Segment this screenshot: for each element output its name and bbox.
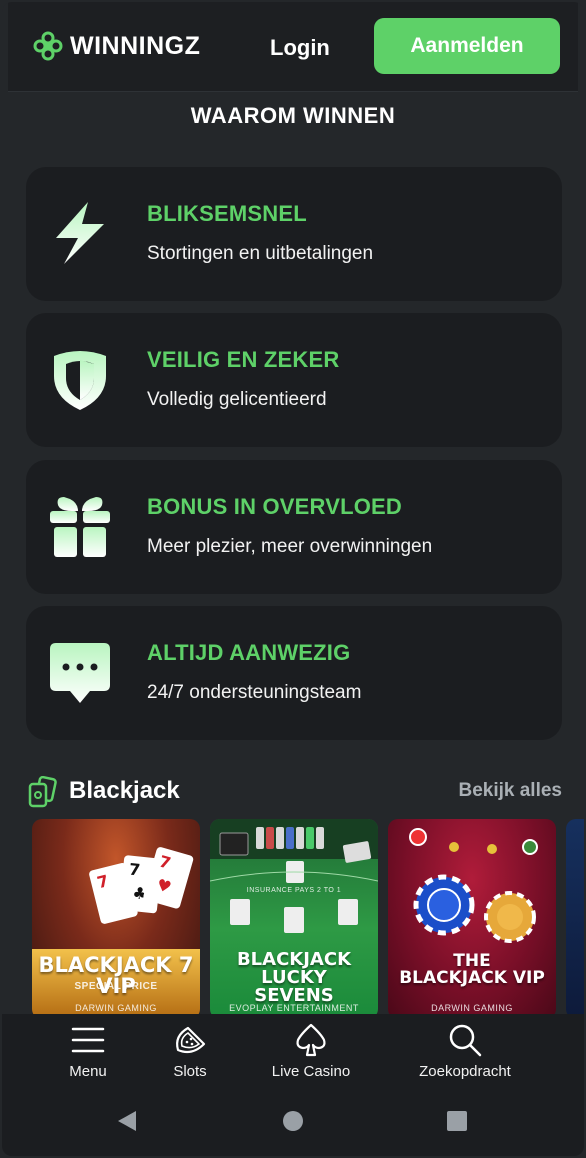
logo[interactable]: WINNINGZ	[32, 30, 200, 62]
top-header: WINNINGZ Login Aanmelden	[8, 2, 578, 92]
shield-icon	[54, 351, 106, 410]
feature-title: VEILIG EN ZEKER	[147, 347, 340, 372]
gift-icon	[50, 497, 110, 557]
nav-search[interactable]: Zoekopdracht	[410, 1022, 520, 1080]
section-heading: Blackjack	[69, 777, 180, 804]
login-button[interactable]: Login	[270, 30, 330, 66]
game-card[interactable]: INSURANCE PAYS 2 TO 1 BLACKJACK LUCKY SE…	[210, 819, 378, 1019]
watermelon-icon	[176, 1026, 206, 1054]
recents-icon[interactable]	[446, 1110, 468, 1132]
game-title: THE BLACKJACK VIP	[399, 951, 545, 988]
nav-label: Slots	[173, 1063, 207, 1080]
casino-chips-image	[409, 828, 538, 943]
logo-text: WINNINGZ	[70, 31, 201, 60]
lightning-icon	[56, 202, 104, 264]
feature-title: BLIKSEMSNEL	[147, 201, 307, 226]
feature-card-speed: BLIKSEMSNEL Stortingen en uitbetalingen	[26, 167, 562, 301]
feature-subtitle: 24/7 ondersteuningsteam	[147, 682, 362, 703]
game-provider: DARWIN GAMING	[431, 1003, 513, 1013]
game-card[interactable]	[566, 819, 584, 1019]
cards-icon	[28, 776, 57, 808]
section-title: WAAROM WINNEN	[190, 103, 396, 128]
app-screen: WINNINGZ Login Aanmelden WAAROM WINNEN B…	[2, 2, 584, 1156]
spade-icon	[296, 1023, 326, 1057]
game-provider: DARWIN GAMING	[75, 1003, 157, 1013]
nav-slots[interactable]: Slots	[160, 1022, 220, 1080]
feature-title: ALTIJD AANWEZIG	[147, 640, 351, 665]
search-icon	[449, 1024, 482, 1057]
home-icon[interactable]	[282, 1110, 304, 1132]
feature-card-security: VEILIG EN ZEKER Volledig gelicentieerd	[26, 313, 562, 447]
table-text: INSURANCE PAYS 2 TO 1	[246, 887, 342, 894]
system-navigation-bar	[2, 1086, 584, 1156]
back-icon[interactable]	[116, 1109, 138, 1133]
feature-subtitle: Stortingen en uitbetalingen	[147, 243, 374, 264]
chat-icon	[50, 643, 110, 703]
nav-menu[interactable]: Menu	[58, 1022, 118, 1080]
nav-live-casino[interactable]: Live Casino	[258, 1022, 364, 1080]
blackjack-section-header: Blackjack Bekijk alles	[26, 772, 562, 812]
nav-label: Live Casino	[271, 1063, 351, 1080]
game-title: BLACKJACK LUCKY SEVENS	[236, 949, 352, 1006]
svg-text:7: 7	[128, 860, 141, 880]
game-provider: EVOPLAY ENTERTAINMENT	[229, 1003, 359, 1013]
clover-icon	[33, 31, 63, 61]
game-card[interactable]: 7 7 ♣ 7 ♥ BLACKJACK 7 VIP SPECIAL PRICE …	[32, 819, 200, 1019]
feature-subtitle: Volledig gelicentieerd	[147, 389, 327, 410]
game-card[interactable]: THE BLACKJACK VIP DARWIN GAMING	[388, 819, 556, 1019]
nav-label: Menu	[69, 1063, 107, 1080]
bottom-navigation: Menu Slots Live Casino Zoekopdracht	[2, 1014, 584, 1086]
signup-button[interactable]: Aanmelden	[374, 18, 560, 74]
feature-card-support: ALTIJD AANWEZIG 24/7 ondersteuningsteam	[26, 606, 562, 740]
feature-card-bonus: BONUS IN OVERVLOED Meer plezier, meer ov…	[26, 460, 562, 594]
view-all-link[interactable]: Bekijk alles	[458, 780, 562, 802]
game-subtitle: SPECIAL PRICE	[74, 981, 158, 992]
feature-subtitle: Meer plezier, meer overwinningen	[147, 536, 433, 557]
menu-icon	[71, 1027, 105, 1053]
nav-label: Zoekopdracht	[419, 1063, 511, 1080]
game-carousel[interactable]: 7 7 ♣ 7 ♥ BLACKJACK 7 VIP SPECIAL PRICE …	[32, 819, 584, 1019]
feature-title: BONUS IN OVERVLOED	[147, 494, 403, 519]
